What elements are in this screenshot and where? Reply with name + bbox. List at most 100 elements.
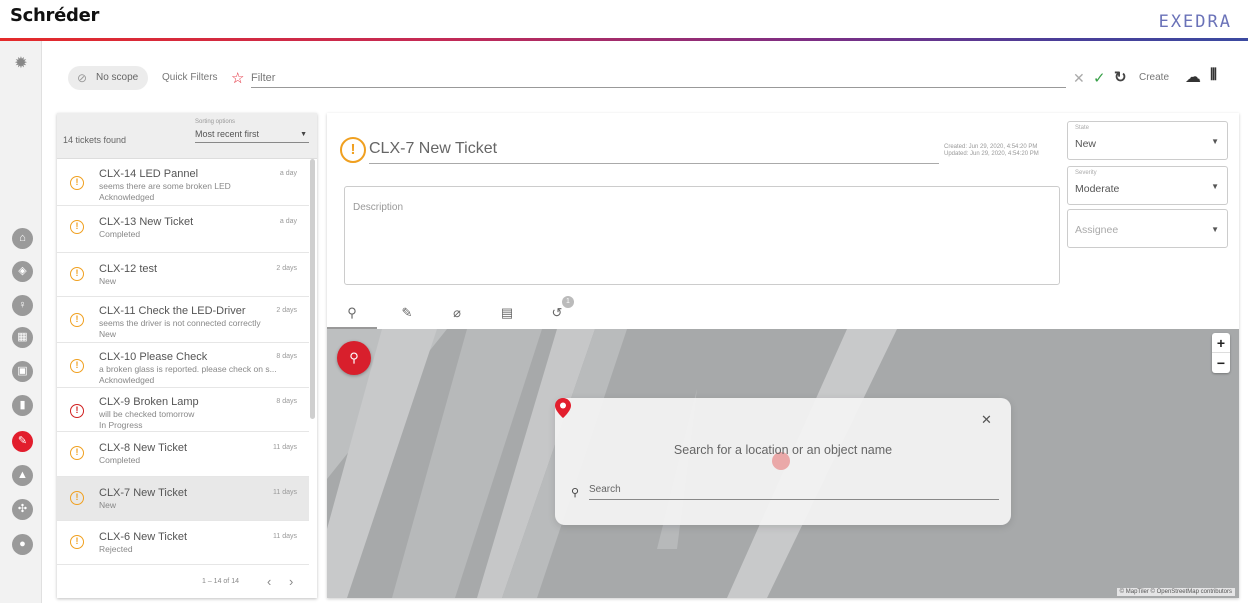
ticket-row[interactable]: ! CLX-9 Broken Lamp will be checked tomorr… (57, 388, 309, 432)
description-placeholder: Description (353, 202, 404, 213)
map-pin-icon (555, 398, 571, 418)
warning-icon: ! (70, 535, 84, 549)
ticket-row[interactable]: ! CLX-6 New Ticket Rejected 11 days (57, 521, 309, 565)
location-search-input[interactable] (589, 480, 999, 500)
ticket-description: seems there are some broken LED (99, 181, 231, 191)
ticket-age: 8 days (276, 353, 297, 360)
zoom-out-button[interactable]: − (1212, 353, 1230, 373)
user-icon[interactable]: ● (12, 534, 33, 555)
ticket-row[interactable]: ! CLX-13 New Ticket Completed a day (57, 206, 309, 253)
ticket-row[interactable]: ! CLX-11 Check the LED-Driver seems the dr… (57, 297, 309, 343)
ticket-description: a broken glass is reported. please check… (99, 364, 277, 374)
ticket-row[interactable]: ! CLX-8 New Ticket Completed 11 days (57, 432, 309, 477)
state-value: New (1075, 138, 1097, 150)
history-tab-icon-glyph: ↺ (551, 305, 563, 320)
quick-filters-button[interactable]: Quick Filters (162, 72, 218, 83)
lamp-icon[interactable]: ♀ (12, 295, 33, 316)
attachment-tab-icon-glyph: ⌀ (453, 305, 461, 320)
ticket-description: seems the driver is not connected correc… (99, 318, 261, 328)
comment-tab-icon[interactable]: ▤ (482, 299, 532, 329)
cabinet-icon[interactable]: ▦ (12, 327, 33, 348)
location-tab-icon[interactable]: ⚲ (327, 299, 377, 329)
warning-icon: ! (70, 446, 84, 460)
ticket-state: Completed (99, 455, 141, 465)
battery-icon[interactable]: ▮ (12, 395, 33, 416)
ticket-age: a day (279, 170, 297, 177)
ticket-state: Completed (99, 229, 141, 239)
left-nav-rail: ✹ ⌂ ◈ ♀ ▦ ▣ ▮ ✎ ▲ ✣ ● (0, 41, 42, 603)
close-icon[interactable]: ✕ (981, 412, 992, 428)
warning-icon: ! (70, 491, 84, 505)
ticket-title: CLX-8 New Ticket (99, 442, 188, 454)
star-icon[interactable]: ☆ (231, 69, 244, 87)
network-icon[interactable]: ✣ (12, 499, 33, 520)
sort-label: Sorting options (195, 119, 236, 125)
ticket-title: CLX-12 test (99, 263, 158, 275)
chart-icon[interactable]: ▣ (12, 361, 33, 382)
state-label: State (1075, 125, 1090, 131)
ticket-list-header: 14 tickets found Sorting options Most re… (57, 113, 317, 159)
ticket-age: 11 days (273, 533, 297, 540)
scope-chip[interactable]: ⊘ No scope (68, 66, 149, 90)
ticket-title: CLX-14 LED Pannel (99, 168, 199, 180)
warning-icon: ! (70, 176, 84, 190)
map-search-button[interactable]: ⚲ (337, 341, 371, 375)
wrench-icon[interactable]: ✎ (12, 431, 33, 452)
assignee-placeholder: Assignee (1075, 224, 1119, 236)
ticket-age: a day (279, 218, 297, 225)
apply-check-icon[interactable]: ✓ (1093, 69, 1106, 87)
filter-bar: ⊘ No scope Quick Filters ☆ ✕ ✓ ↻ Create … (42, 62, 1248, 94)
pager: 1 – 14 of 14 ‹ › (57, 574, 309, 594)
ticket-row[interactable]: ! CLX-7 New Ticket New 11 days (57, 477, 309, 521)
shield-icon[interactable]: ◈ (12, 261, 33, 282)
chevron-right-icon[interactable]: › (289, 574, 293, 589)
chevron-left-icon[interactable]: ‹ (267, 574, 271, 589)
pager-range: 1 – 14 of 14 (202, 578, 239, 585)
assignee-select[interactable]: Assignee ▼ (1067, 209, 1228, 248)
zoom-in-button[interactable]: + (1212, 333, 1230, 353)
history-count-badge: 1 (562, 296, 574, 308)
severity-value: Moderate (1075, 183, 1120, 195)
sort-select[interactable]: Most recent first ▼ (195, 129, 309, 143)
pole-icon[interactable]: ▲ (12, 465, 33, 486)
warning-icon: ! (70, 404, 84, 418)
ticket-row[interactable]: ! CLX-12 test New 2 days (57, 253, 309, 297)
ticket-timestamps: Created: Jun 29, 2020, 4:54:20 PM Update… (944, 144, 1039, 158)
description-field[interactable]: Description (344, 186, 1060, 285)
refresh-icon[interactable]: ↻ (1114, 68, 1127, 86)
caret-down-icon: ▼ (1211, 225, 1219, 234)
ticket-title: CLX-13 New Ticket (99, 216, 194, 228)
ticket-row[interactable]: ! CLX-10 Please Check a broken glass is re… (57, 343, 309, 388)
cloud-upload-icon[interactable]: ☁ (1185, 67, 1201, 87)
updated-date: Updated: Jun 29, 2020, 4:54:20 PM (944, 151, 1039, 157)
attachment-tab-icon[interactable]: ⌀ (432, 299, 482, 329)
create-button[interactable]: Create (1139, 72, 1169, 83)
filter-input[interactable] (251, 68, 1066, 88)
severity-label: Severity (1075, 170, 1097, 176)
state-select[interactable]: State New ▼ (1067, 121, 1228, 160)
ticket-state: Acknowledged (99, 192, 155, 202)
map-attribution[interactable]: © MapTiler © OpenStreetMap contributors (1116, 588, 1235, 596)
ticket-row[interactable]: ! CLX-14 LED Pannel seems there are some b… (57, 160, 309, 206)
list-scrollbar[interactable] (310, 159, 315, 419)
clear-icon[interactable]: ✕ (1073, 70, 1085, 87)
detail-tabs: ⚲ ✎ ⌀ ▤ ↺ 1 (327, 296, 1239, 329)
ticket-title-field[interactable]: CLX-7 New Ticket (369, 140, 939, 164)
ticket-title: CLX-11 Check the LED-Driver (99, 305, 246, 317)
ticket-state: New (99, 500, 117, 510)
ticket-state: Rejected (99, 544, 133, 554)
wrench-tab-icon-glyph: ✎ (401, 305, 413, 320)
map-view[interactable]: ⚲ + − ✕ Search for a location or an obje… (327, 329, 1239, 598)
schreder-logo[interactable]: Schréder (10, 5, 99, 26)
columns-icon[interactable]: ⦀ (1210, 67, 1217, 85)
caret-down-icon: ▼ (300, 131, 307, 138)
severity-select[interactable]: Severity Moderate ▼ (1067, 166, 1228, 205)
ticket-age: 11 days (273, 444, 297, 451)
ticket-state: In Progress (99, 420, 143, 430)
history-tab-icon[interactable]: ↺ 1 (532, 296, 582, 329)
home-icon[interactable]: ⌂ (12, 228, 33, 249)
wrench-tab-icon[interactable]: ✎ (382, 299, 432, 329)
warning-icon: ! (70, 220, 84, 234)
search-prompt: Search for a location or an object name (673, 443, 893, 457)
bug-icon[interactable]: ✹ (12, 53, 30, 72)
